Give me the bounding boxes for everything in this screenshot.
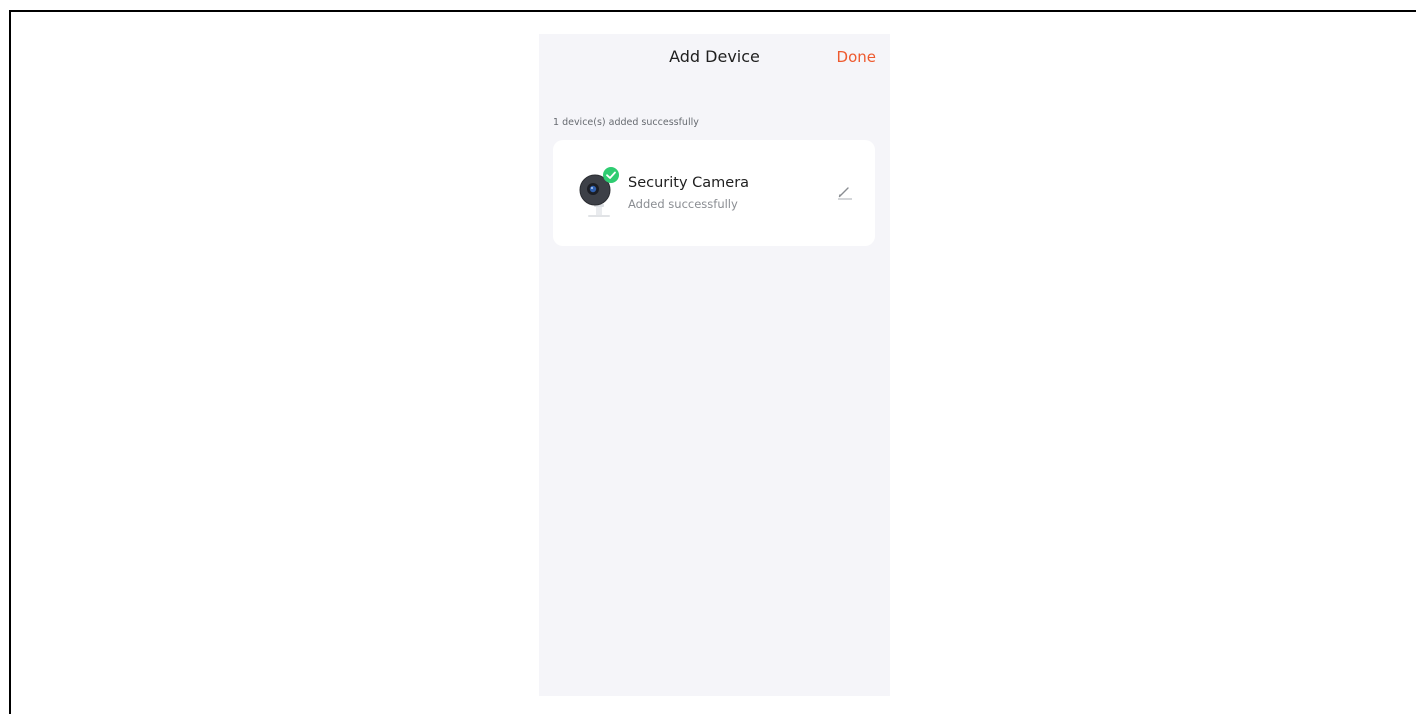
device-card[interactable]: Security Camera Added successfully bbox=[553, 140, 875, 246]
pencil-edit-icon[interactable] bbox=[835, 182, 855, 202]
device-status: Added successfully bbox=[628, 197, 738, 211]
add-device-screen: Add Device Done 1 device(s) added succes… bbox=[539, 34, 890, 696]
check-circle-icon bbox=[603, 167, 619, 183]
done-button[interactable]: Done bbox=[837, 48, 876, 66]
security-camera-icon bbox=[579, 167, 619, 217]
added-count-label: 1 device(s) added successfully bbox=[553, 117, 699, 128]
device-name: Security Camera bbox=[628, 175, 750, 191]
